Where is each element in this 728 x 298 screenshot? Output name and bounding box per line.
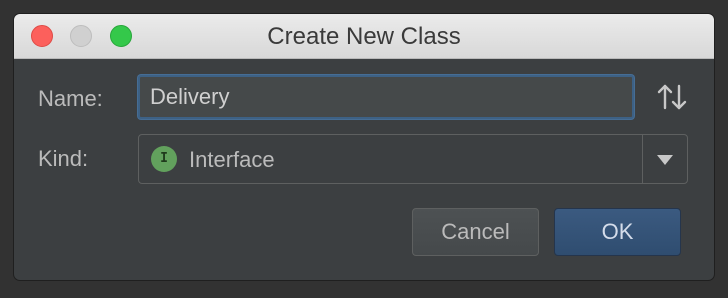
sort-arrows-icon[interactable]	[654, 80, 690, 114]
kind-label: Kind:	[38, 146, 89, 171]
interface-icon: I	[151, 146, 177, 172]
dialog-title: Create New Class	[267, 23, 461, 50]
create-new-class-dialog: Create New Class Name: Kind: I Interface…	[14, 14, 714, 280]
name-label: Name:	[38, 86, 103, 111]
class-name-input[interactable]	[138, 75, 634, 119]
title-bar: Create New Class	[14, 14, 714, 59]
kind-selected-value: Interface	[189, 147, 275, 172]
triangle-down-icon[interactable]	[643, 135, 687, 183]
kind-dropdown[interactable]: I Interface	[138, 134, 688, 184]
ok-button[interactable]: OK	[554, 208, 681, 256]
cancel-button[interactable]: Cancel	[412, 208, 539, 256]
